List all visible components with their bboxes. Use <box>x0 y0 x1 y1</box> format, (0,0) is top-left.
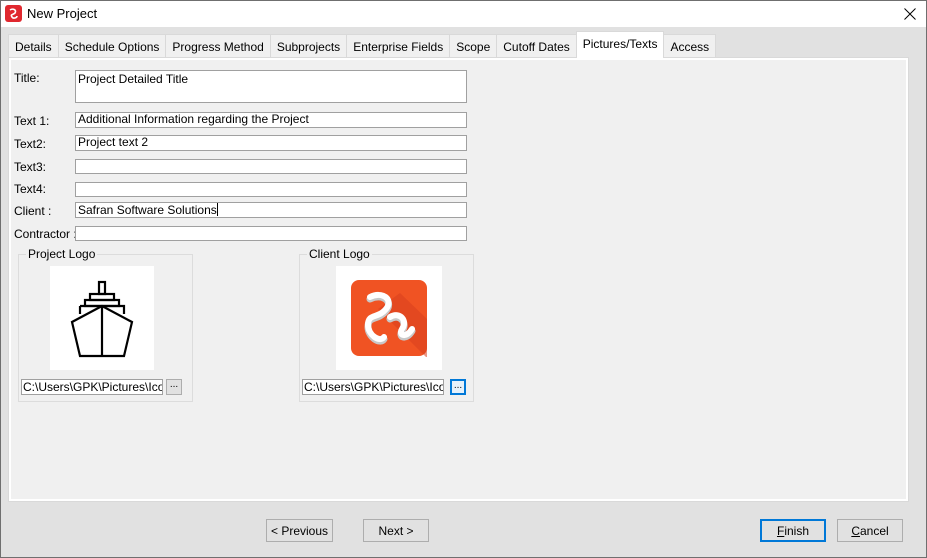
text3-label: Text3: <box>14 160 47 174</box>
previous-button[interactable]: < Previous <box>266 519 333 542</box>
text-caret <box>216 203 218 216</box>
tab-scope[interactable]: Scope <box>449 34 498 58</box>
title-label: Title: <box>14 71 40 85</box>
client-logo-path-field[interactable]: C:\Users\GPK\Pictures\Icons\ <box>302 379 444 395</box>
client-field[interactable]: Safran Software Solutions <box>75 202 467 218</box>
project-logo-group: Project Logo C:\Users\GPK\Pictures\Ic ..… <box>18 247 193 402</box>
text2-field[interactable]: Project text 2 <box>75 135 467 151</box>
tab-enterprise-fields[interactable]: Enterprise Fields <box>346 34 451 58</box>
close-icon <box>904 8 916 20</box>
finish-label: inish <box>784 523 810 538</box>
finish-button[interactable]: Finish <box>760 519 826 542</box>
client-logo-browse-button[interactable]: ... <box>450 379 466 395</box>
ship-icon <box>70 280 134 358</box>
project-logo-path-field[interactable]: C:\Users\GPK\Pictures\Icons\ <box>21 379 163 395</box>
title-field[interactable]: Project Detailed Title <box>75 70 467 103</box>
tab-cutoff-dates[interactable]: Cutoff Dates <box>496 34 577 58</box>
close-button[interactable] <box>896 1 924 27</box>
tab-access[interactable]: Access <box>663 34 717 58</box>
tab-schedule-options[interactable]: Schedule Options <box>57 34 167 58</box>
client-logo-image <box>336 266 442 370</box>
project-logo-image <box>50 266 154 370</box>
tab-progress-method[interactable]: Progress Method <box>165 34 271 58</box>
tab-panel: Title: Project Detailed Title Text 1: Ad… <box>8 57 909 502</box>
text3-field[interactable] <box>75 159 467 174</box>
title-bar: New Project <box>1 1 926 27</box>
cancel-label: ancel <box>859 523 889 538</box>
text4-field[interactable] <box>75 182 467 197</box>
next-button[interactable]: Next > <box>363 519 429 542</box>
text1-field[interactable]: Additional Information regarding the Pro… <box>75 112 467 128</box>
tab-pictures-texts[interactable]: Pictures/Texts <box>575 31 665 58</box>
tab-subprojects[interactable]: Subprojects <box>269 34 348 58</box>
text4-label: Text4: <box>14 182 47 196</box>
finish-mnemonic: F <box>776 523 785 538</box>
client-logo-group-title: Client Logo <box>307 247 372 261</box>
contractor-field[interactable] <box>75 226 467 241</box>
project-logo-browse-button[interactable]: ... <box>166 379 182 395</box>
safran-logo-icon <box>351 280 427 357</box>
cancel-button[interactable]: Cancel <box>837 519 903 542</box>
client-logo-group: Client Logo C:\Users\GPK\Pictures\Icons\… <box>299 247 474 402</box>
tab-details[interactable]: Details <box>8 34 59 58</box>
contractor-label: Contractor : <box>14 227 77 241</box>
app-logo-icon <box>5 5 22 22</box>
client-label: Client : <box>14 204 52 218</box>
window-title: New Project <box>27 6 98 21</box>
text2-label: Text2: <box>14 137 47 151</box>
pictures-texts-panel: Title: Project Detailed Title Text 1: Ad… <box>11 60 906 499</box>
cancel-mnemonic: C <box>851 523 860 538</box>
new-project-dialog: New Project Details Schedule Options Pro… <box>0 0 927 558</box>
client-value: Safran Software Solutions <box>78 203 217 217</box>
text1-label: Text 1: <box>14 114 50 128</box>
project-logo-group-title: Project Logo <box>26 247 98 261</box>
tab-bar: Details Schedule Options Progress Method… <box>8 31 717 58</box>
